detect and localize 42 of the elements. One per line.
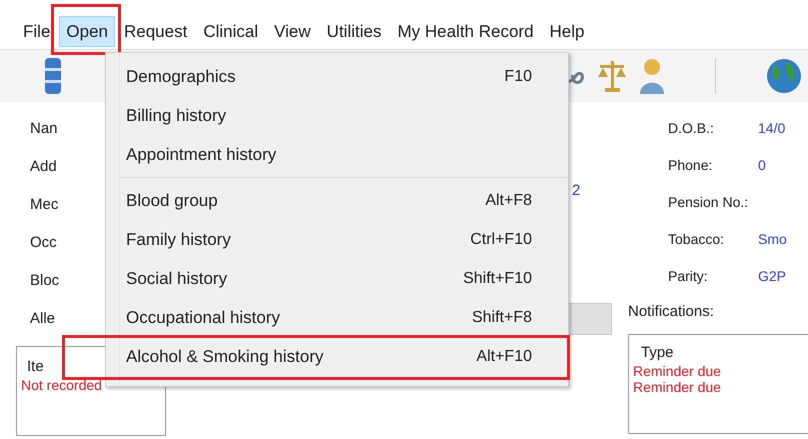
field-label: Add <box>30 157 57 177</box>
column-header: Ite <box>27 357 45 377</box>
menu-item[interactable]: Open <box>59 16 115 47</box>
menu-option[interactable]: Blood group Alt+F8 <box>106 181 568 220</box>
table-cell-text: Not recorded <box>21 377 103 393</box>
field-label: Phone: <box>668 156 714 175</box>
field-label: D.O.B.: <box>668 119 715 138</box>
field-value: 0 <box>758 156 766 175</box>
menu-option[interactable]: Billing history <box>106 96 568 135</box>
section-label: Notifications: <box>628 302 715 322</box>
menu-item[interactable]: Utilities <box>320 16 388 47</box>
menu-item[interactable]: Request <box>117 16 194 47</box>
table-cell-text: Reminder due <box>633 379 722 395</box>
link-text[interactable]: 2 <box>568 180 580 202</box>
field-label: Parity: <box>668 267 709 286</box>
field-label: Nan <box>30 119 58 139</box>
field-label: Pension No.: <box>668 193 748 212</box>
menu-option[interactable]: Family history Ctrl+F10 <box>106 220 568 259</box>
table-cell-text: Reminder due <box>633 363 722 379</box>
person-icon[interactable] <box>639 57 665 95</box>
menu-item[interactable]: View <box>267 16 318 47</box>
menu-option[interactable]: Appointment history <box>106 135 568 174</box>
menu-item[interactable]: My Health Record <box>390 16 541 47</box>
scales-icon[interactable] <box>597 59 627 93</box>
menu-option[interactable]: Alcohol & Smoking history Alt+F10 <box>106 337 568 376</box>
menu-item[interactable]: Clinical <box>196 16 266 47</box>
menu-option[interactable]: Social history Shift+F10 <box>106 259 568 298</box>
field-label: Alle <box>30 309 56 329</box>
menu-item[interactable]: Help <box>542 16 592 47</box>
globe-icon[interactable] <box>766 58 802 94</box>
field-value: G2P <box>758 267 786 286</box>
field-label: Occ <box>30 233 57 253</box>
field-label: Mec <box>30 195 58 215</box>
column-header: Type <box>641 343 675 363</box>
field-value: 14/0 <box>758 119 786 138</box>
field-value: Smo <box>758 230 787 249</box>
database-icon[interactable] <box>44 56 62 96</box>
menu-option[interactable]: Occupational history Shift+F8 <box>106 298 568 337</box>
menu-option[interactable]: Demographics F10 <box>106 57 568 96</box>
field-label: Bloc <box>30 271 60 291</box>
field-label: Tobacco: <box>668 230 726 249</box>
menu-item[interactable]: File <box>16 16 58 47</box>
